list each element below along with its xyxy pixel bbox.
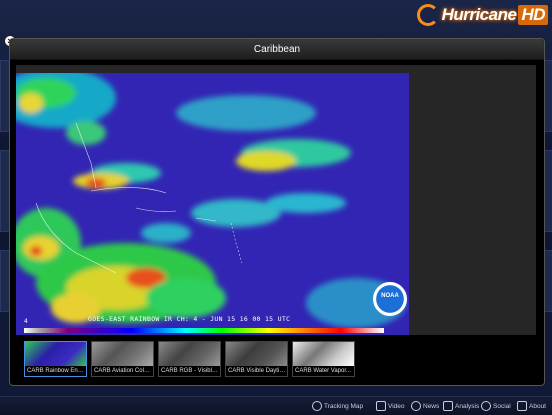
thumbnail-rgb[interactable]: CARB RGB - Visible, I... <box>158 341 221 377</box>
nav-label: Tracking Map <box>324 402 364 410</box>
thumbnail-image <box>25 342 86 366</box>
bottom-nav: Tracking Map Video News Analysis Social … <box>0 396 552 415</box>
person-icon <box>481 401 491 411</box>
app-name: Hurricane <box>441 5 517 24</box>
app-badge: HD <box>518 5 548 25</box>
thumbnail-aviation[interactable]: CARB Aviation Color... <box>91 341 154 377</box>
nav-video[interactable]: Video <box>376 400 405 412</box>
rss-icon <box>411 401 421 411</box>
image-caption: GOES-EAST RAINBOW IR CH: 4 - JUN 15 16 0… <box>88 315 291 323</box>
colorbar-min-label: 4 <box>24 318 28 325</box>
gear-icon <box>517 401 527 411</box>
nav-label: Social <box>493 402 511 410</box>
modal-header: Caribbean <box>10 39 544 60</box>
thumbnail-strip: CARB Rainbow Enha... CARB Aviation Color… <box>24 341 534 377</box>
satellite-image-graphic <box>16 73 409 335</box>
thumbnail-label: CARB Water Vapor... <box>293 366 354 376</box>
nav-label: Video <box>388 402 405 410</box>
nav-label: About <box>529 402 546 410</box>
nav-tracking-map[interactable]: Tracking Map <box>312 400 363 412</box>
thumbnail-label: CARB Visible Daytim... <box>226 366 287 376</box>
satellite-image[interactable] <box>16 73 409 335</box>
thumbnail-image <box>92 342 153 366</box>
nav-label: Analysis <box>455 402 480 410</box>
temperature-colorbar <box>24 328 384 333</box>
thumbnail-visible[interactable]: CARB Visible Daytim... <box>225 341 288 377</box>
noaa-logo: NOAA <box>373 282 407 316</box>
nav-label: News <box>423 402 440 410</box>
app-logo: Hurricane HD <box>416 2 548 28</box>
thumbnail-water-vapor[interactable]: CARB Water Vapor... <box>292 341 355 377</box>
modal-title: Caribbean <box>253 43 301 55</box>
thumbnail-label: CARB Rainbow Enha... <box>25 366 86 376</box>
thumbnail-image <box>293 342 354 366</box>
image-viewer[interactable]: 4 GOES-EAST RAINBOW IR CH: 4 - JUN 15 16… <box>16 65 536 335</box>
noaa-logo-text: NOAA <box>381 293 399 299</box>
imagery-modal: Caribbean 4 GOES-EAST RAINBOW IR CH: 4 -… <box>9 38 545 386</box>
nav-news[interactable]: News <box>411 400 439 412</box>
thumbnail-image <box>226 342 287 366</box>
thumbnail-rainbow[interactable]: CARB Rainbow Enha... <box>24 341 87 377</box>
video-icon <box>376 401 386 411</box>
globe-icon <box>312 401 322 411</box>
nav-about[interactable]: About <box>517 400 546 412</box>
nav-social[interactable]: Social <box>481 400 511 412</box>
hurricane-icon <box>416 4 439 26</box>
nav-analysis[interactable]: Analysis <box>443 400 479 412</box>
thumbnail-label: CARB Aviation Color... <box>92 366 153 376</box>
analysis-icon <box>443 401 453 411</box>
thumbnail-label: CARB RGB - Visible, I... <box>159 366 220 376</box>
thumbnail-image <box>159 342 220 366</box>
